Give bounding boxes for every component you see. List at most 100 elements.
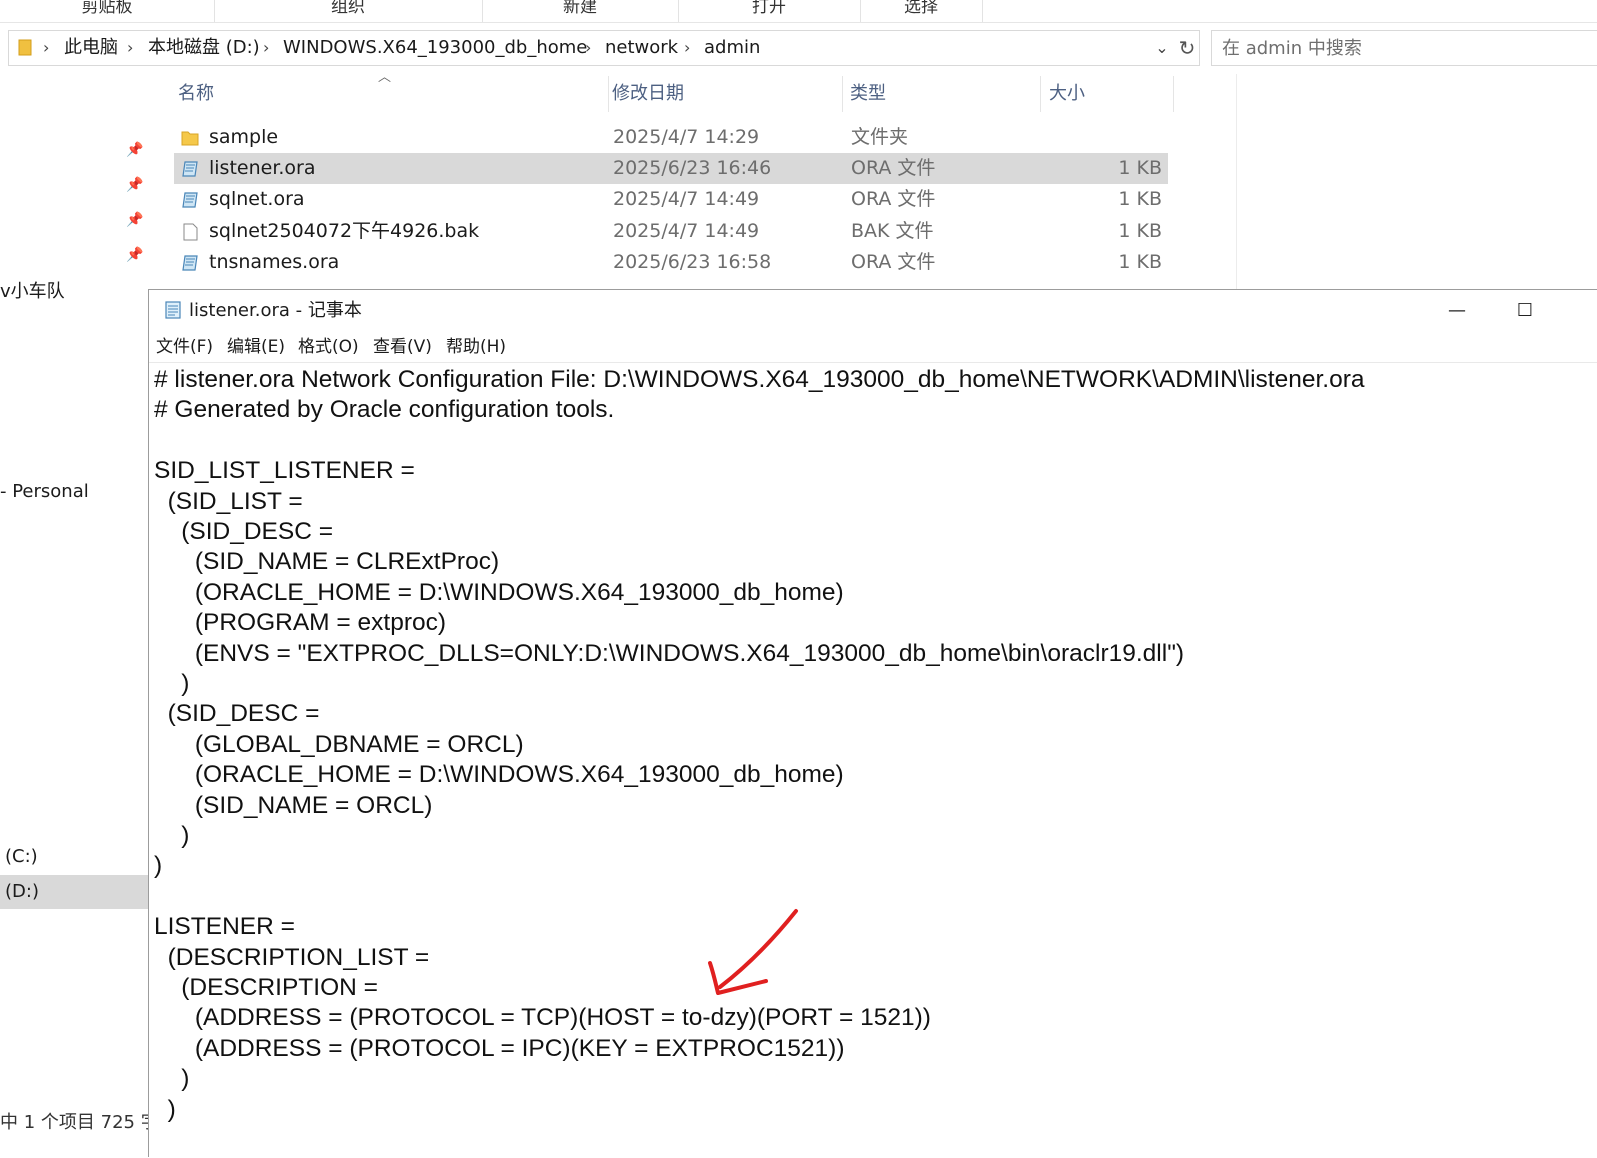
- editor-line: (DESCRIPTION_LIST =: [154, 943, 430, 971]
- file-size: 1 KB: [1118, 251, 1162, 273]
- menu-edit[interactable]: 编辑(E): [227, 332, 285, 362]
- editor-line: ): [154, 852, 163, 880]
- file-row[interactable]: tnsnames.ora 2025/6/23 16:58 ORA 文件 1 KB: [174, 247, 1168, 278]
- search-input[interactable]: [1220, 31, 1584, 65]
- search-box[interactable]: [1211, 30, 1597, 66]
- file-name: sqlnet.ora: [209, 188, 305, 210]
- maximize-button[interactable]: ☐: [1493, 290, 1557, 332]
- editor-line: ): [154, 822, 190, 849]
- file-name: tnsnames.ora: [209, 251, 340, 273]
- minimize-button[interactable]: —: [1425, 290, 1489, 332]
- ribbon-group-select: 选择: [860, 0, 983, 22]
- ora-file-icon: [182, 192, 198, 208]
- folder-icon: [181, 131, 199, 146]
- editor-line: # Generated by Oracle configuration tool…: [154, 396, 615, 424]
- column-header-date[interactable]: 修改日期: [604, 76, 843, 112]
- ribbon-group-new: 新建: [482, 0, 679, 22]
- editor-line: (ADDRESS = (PROTOCOL = IPC)(KEY = EXTPRO…: [154, 1034, 845, 1062]
- breadcrumb-drive-d[interactable]: 本地磁盘 (D:): [148, 31, 260, 65]
- editor-line: (SID_DESC =: [154, 700, 320, 728]
- editor-line: (SID_NAME = ORCL): [154, 791, 433, 819]
- editor-line: (PROGRAM = extproc): [154, 609, 447, 637]
- window-title: listener.ora - 记事本: [189, 300, 362, 321]
- file-row[interactable]: listener.ora 2025/6/23 16:46 ORA 文件 1 KB: [174, 153, 1168, 184]
- editor-line: (SID_NAME = CLRExtProc): [154, 548, 500, 576]
- file-row[interactable]: sqlnet2504072下午4926.bak 2025/4/7 14:49 B…: [174, 216, 1168, 247]
- chevron-right-icon[interactable]: ›: [263, 31, 269, 65]
- file-size: 1 KB: [1118, 220, 1162, 242]
- pin-icon[interactable]: 📌: [126, 177, 144, 195]
- column-header-name[interactable]: 名称: [170, 76, 609, 112]
- editor-line: (ENVS = "EXTPROC_DLLS=ONLY:D:\WINDOWS.X6…: [154, 639, 1185, 667]
- ribbon-group-clipboard: 剪贴板: [0, 0, 215, 22]
- menu-bar: 文件(F) 编辑(E) 格式(O) 查看(V) 帮助(H): [149, 332, 1597, 362]
- column-header-size[interactable]: 大小: [1041, 76, 1174, 112]
- file-type: ORA 文件: [851, 188, 936, 210]
- file-date: 2025/6/23 16:58: [613, 251, 772, 273]
- text-editor[interactable]: # listener.ora Network Configuration Fil…: [149, 362, 1597, 1158]
- file-name: sqlnet2504072下午4926.bak: [209, 220, 480, 242]
- file-size: 1 KB: [1118, 157, 1162, 179]
- file-date: 2025/4/7 14:49: [613, 220, 760, 242]
- chevron-right-icon[interactable]: ›: [684, 31, 690, 65]
- file-type: ORA 文件: [851, 157, 936, 179]
- file-name: sample: [209, 126, 279, 148]
- editor-line: SID_LIST_LISTENER =: [154, 457, 415, 485]
- file-type: ORA 文件: [851, 251, 936, 273]
- menu-file[interactable]: 文件(F): [156, 332, 213, 362]
- file-name: listener.ora: [209, 157, 316, 179]
- menu-help[interactable]: 帮助(H): [446, 332, 506, 362]
- editor-line: ): [154, 1065, 190, 1093]
- notepad-title-bar[interactable]: listener.ora - 记事本 — ☐: [149, 290, 1597, 332]
- blank-file-icon: [183, 223, 198, 241]
- pin-icon[interactable]: 📌: [126, 247, 144, 265]
- file-type: BAK 文件: [851, 220, 934, 242]
- pin-icon[interactable]: 📌: [126, 212, 144, 230]
- breadcrumb-db-home[interactable]: WINDOWS.X64_193000_db_home: [283, 31, 587, 65]
- annotation-arrow-icon: [708, 909, 798, 995]
- menu-format[interactable]: 格式(O): [298, 332, 359, 362]
- breadcrumb-network[interactable]: network: [605, 31, 678, 65]
- editor-line: (SID_LIST =: [154, 487, 303, 515]
- notepad-icon: [165, 301, 181, 319]
- chevron-down-icon[interactable]: ⌄: [1151, 31, 1173, 65]
- file-type: 文件夹: [851, 126, 909, 148]
- notepad-window[interactable]: listener.ora - 记事本 — ☐ 文件(F) 编辑(E) 格式(O)…: [148, 289, 1597, 1157]
- ora-file-icon: [182, 255, 198, 271]
- address-bar[interactable]: › 此电脑 › 本地磁盘 (D:) › WINDOWS.X64_193000_d…: [8, 30, 1200, 66]
- chevron-right-icon[interactable]: ›: [127, 31, 133, 65]
- menu-view[interactable]: 查看(V): [373, 332, 432, 362]
- nav-item-team[interactable]: v小车队: [0, 275, 65, 309]
- editor-line: ): [154, 1095, 176, 1123]
- ribbon: 剪贴板 组织 新建 打开 选择: [0, 0, 1597, 23]
- file-date: 2025/4/7 14:49: [613, 188, 760, 210]
- nav-item-drive-c[interactable]: (C:): [0, 840, 38, 874]
- folder-icon: [18, 39, 32, 56]
- ribbon-group-organize: 组织: [214, 0, 483, 22]
- ora-file-icon: [182, 161, 198, 177]
- divider: [1236, 74, 1237, 289]
- nav-item-personal[interactable]: - Personal: [0, 475, 89, 509]
- chevron-right-icon[interactable]: ›: [43, 31, 49, 65]
- editor-line: # listener.ora Network Configuration Fil…: [154, 366, 1365, 393]
- file-row[interactable]: sqlnet.ora 2025/4/7 14:49 ORA 文件 1 KB: [174, 184, 1168, 215]
- breadcrumb-this-pc[interactable]: 此电脑: [64, 31, 118, 65]
- editor-line: (GLOBAL_DBNAME = ORCL): [154, 730, 524, 758]
- column-header-type[interactable]: 类型: [842, 76, 1041, 112]
- pin-icon[interactable]: 📌: [126, 142, 144, 160]
- editor-line: (ORACLE_HOME = D:\WINDOWS.X64_193000_db_…: [154, 578, 844, 606]
- file-row[interactable]: sample 2025/4/7 14:29 文件夹: [174, 122, 1168, 153]
- file-date: 2025/6/23 16:46: [613, 157, 772, 179]
- editor-line: (SID_DESC =: [154, 518, 334, 545]
- chevron-right-icon[interactable]: ›: [585, 31, 591, 65]
- breadcrumb-admin[interactable]: admin: [704, 31, 760, 65]
- editor-line: (ADDRESS = (PROTOCOL = TCP)(HOST = to-dz…: [154, 1004, 931, 1032]
- refresh-icon[interactable]: ↻: [1175, 31, 1199, 65]
- editor-line: (ORACLE_HOME = D:\WINDOWS.X64_193000_db_…: [154, 761, 844, 789]
- file-date: 2025/4/7 14:29: [613, 126, 760, 148]
- editor-line: (DESCRIPTION =: [154, 974, 378, 1001]
- editor-line: ): [154, 670, 190, 697]
- ribbon-group-open: 打开: [678, 0, 861, 22]
- nav-item-drive-d[interactable]: (D:): [0, 875, 148, 909]
- editor-line: LISTENER =: [154, 913, 295, 941]
